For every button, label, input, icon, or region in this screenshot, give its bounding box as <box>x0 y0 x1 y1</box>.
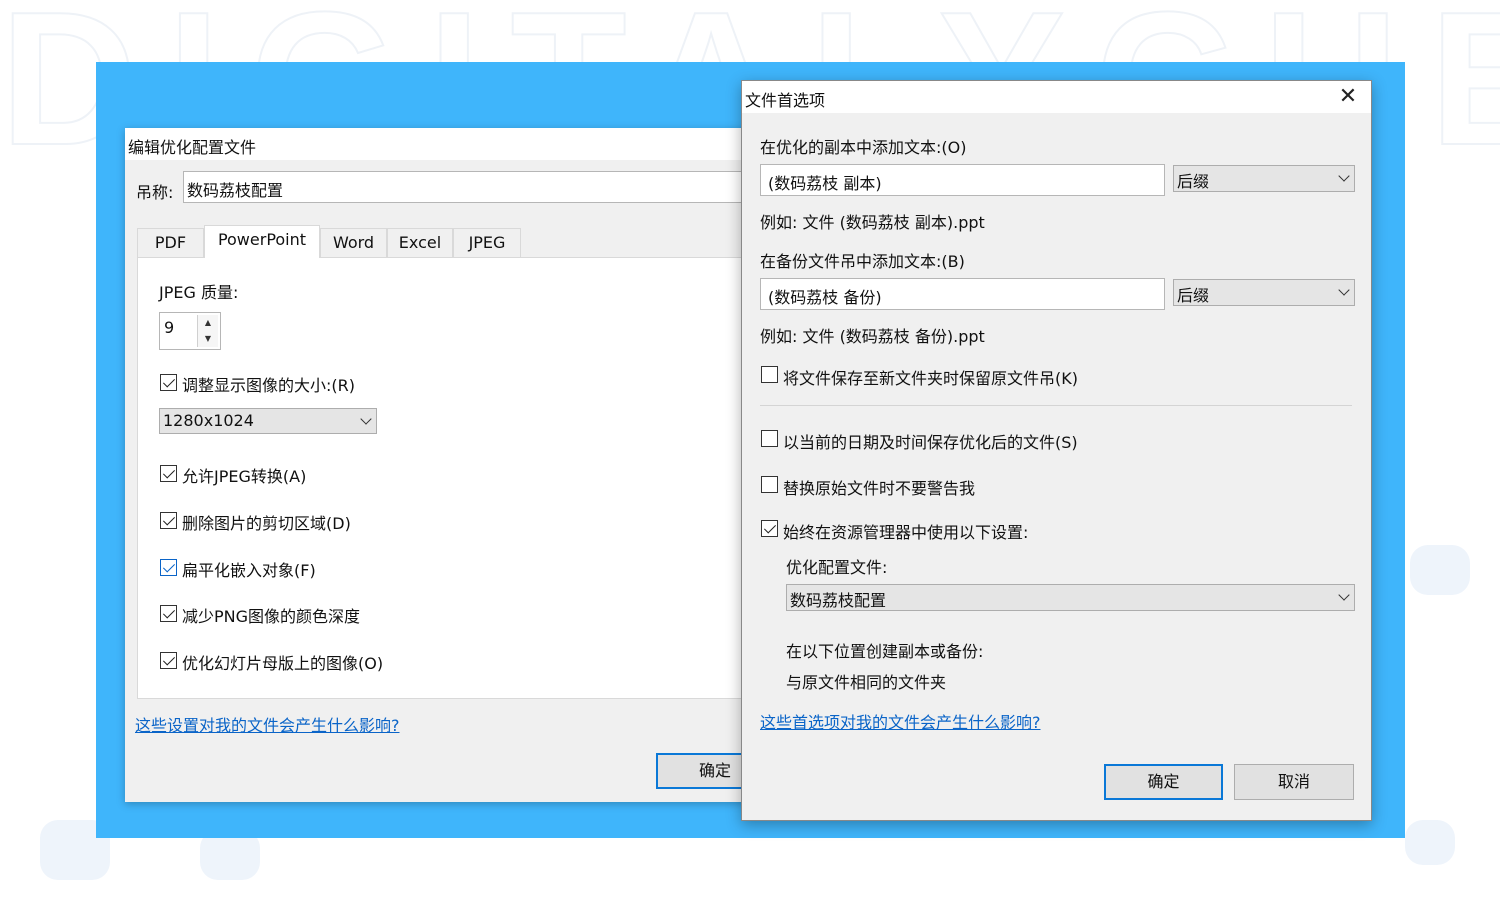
reduce-png-label[interactable]: 减少PNG图像的颜色深度 <box>182 603 360 627</box>
always-use-checkbox[interactable] <box>761 520 778 537</box>
backup-example-text: 例如: 文件 (数码荔枝 备份).ppt <box>760 327 985 346</box>
resize-checkbox-label[interactable]: 调整显示图像的大小:(R) <box>182 372 355 396</box>
location-value: 与原文件相同的文件夹 <box>786 673 947 692</box>
optimize-master-label[interactable]: 优化幻灯片母版上的图像(O) <box>182 650 383 674</box>
close-icon[interactable]: ✕ <box>1331 81 1365 113</box>
checkmark-icon <box>162 375 176 388</box>
no-warn-checkbox[interactable] <box>761 476 778 493</box>
dialog-titlebar: 文件首选项 ✕ <box>742 81 1371 113</box>
powerpoint-tab-panel: JPEG 质量: 9 ▲ ▼ 调整显示图像的大小:(R) 1280x1024 允… <box>137 257 757 699</box>
delete-crop-checkbox[interactable] <box>160 512 177 529</box>
delete-crop-label[interactable]: 删除图片的剪切区域(D) <box>182 510 351 534</box>
copy-position-select[interactable]: 后缀 <box>1173 165 1355 192</box>
tab-word[interactable]: Word <box>320 228 387 257</box>
profile-select[interactable]: 数码荔枝配置 <box>786 584 1355 611</box>
background-decoration <box>1410 545 1470 595</box>
checkmark-icon <box>162 513 176 526</box>
cancel-button[interactable]: 取消 <box>1234 764 1354 800</box>
keep-name-label[interactable]: 将文件保存至新文件夹时保留原文件吊(K) <box>783 365 1078 389</box>
chevron-down-icon <box>1338 589 1350 601</box>
chevron-down-icon <box>1338 170 1350 182</box>
edit-profile-dialog: 编辑优化配置文件 吊称: 数码荔枝配置 PDF PowerPoint Word … <box>125 128 783 802</box>
tab-excel[interactable]: Excel <box>387 228 453 257</box>
backup-text-label: 在备份文件吊中添加文本:(B) <box>760 252 965 271</box>
chevron-down-icon <box>360 413 372 425</box>
jpeg-quality-value[interactable]: 9 <box>164 318 174 337</box>
checkmark-icon <box>162 466 176 479</box>
save-date-label[interactable]: 以当前的日期及时间保存优化后的文件(S) <box>783 429 1078 453</box>
spinner-down-icon[interactable]: ▼ <box>198 331 218 347</box>
no-warn-label[interactable]: 替换原始文件时不要警告我 <box>783 475 975 499</box>
copy-text-label: 在优化的副本中添加文本:(O) <box>760 138 967 157</box>
ok-button[interactable]: 确定 <box>1104 764 1223 800</box>
dialog-title: 编辑优化配置文件 <box>128 138 257 157</box>
profile-name-input[interactable]: 数码荔枝配置 <box>183 171 783 203</box>
resize-select[interactable]: 1280x1024 <box>159 408 377 434</box>
tab-powerpoint[interactable]: PowerPoint <box>204 225 320 258</box>
resize-select-value: 1280x1024 <box>163 411 254 430</box>
preferences-help-link[interactable]: 这些首选项对我的文件会产生什么影响? <box>760 709 1041 733</box>
backup-position-value: 后缀 <box>1177 286 1210 305</box>
divider <box>760 405 1352 406</box>
spinner-up-icon[interactable]: ▲ <box>198 315 218 332</box>
checkmark-icon <box>162 560 176 573</box>
dialog-title: 文件首选项 <box>745 91 826 110</box>
optimize-master-checkbox[interactable] <box>160 652 177 669</box>
profile-label: 优化配置文件: <box>786 558 888 577</box>
allow-jpeg-label[interactable]: 允许JPEG转换(A) <box>182 463 306 487</box>
settings-help-link[interactable]: 这些设置对我的文件会产生什么影响? <box>135 712 400 736</box>
jpeg-quality-spinner[interactable]: 9 ▲ ▼ <box>159 312 221 350</box>
copy-text-input[interactable]: (数码荔枝 副本) <box>760 164 1165 196</box>
tab-pdf[interactable]: PDF <box>137 228 204 257</box>
name-label: 吊称: <box>136 183 174 202</box>
keep-name-checkbox[interactable] <box>761 366 778 383</box>
spinner-buttons: ▲ ▼ <box>197 315 218 347</box>
allow-jpeg-checkbox[interactable] <box>160 465 177 482</box>
jpeg-quality-label: JPEG 质量: <box>159 283 239 302</box>
dialog-titlebar: 编辑优化配置文件 <box>125 128 765 160</box>
tab-jpeg[interactable]: JPEG <box>453 228 521 257</box>
file-preferences-dialog: 文件首选项 ✕ 在优化的副本中添加文本:(O) (数码荔枝 副本) 后缀 例如:… <box>741 80 1372 821</box>
flatten-embedded-checkbox[interactable] <box>160 559 177 576</box>
profile-select-value: 数码荔枝配置 <box>790 591 887 610</box>
checkmark-icon <box>162 606 176 619</box>
checkmark-icon <box>763 521 777 534</box>
location-label: 在以下位置创建副本或备份: <box>786 642 984 661</box>
always-use-label[interactable]: 始终在资源管理器中使用以下设置: <box>783 519 1028 543</box>
copy-position-value: 后缀 <box>1177 172 1210 191</box>
background-decoration <box>1405 820 1455 865</box>
checkmark-icon <box>162 653 176 666</box>
save-date-checkbox[interactable] <box>761 430 778 447</box>
resize-checkbox[interactable] <box>160 374 177 391</box>
backup-position-select[interactable]: 后缀 <box>1173 279 1355 306</box>
backup-text-input[interactable]: (数码荔枝 备份) <box>760 278 1165 310</box>
chevron-down-icon <box>1338 284 1350 296</box>
flatten-embedded-label[interactable]: 扁平化嵌入对象(F) <box>182 557 316 581</box>
copy-example-text: 例如: 文件 (数码荔枝 副本).ppt <box>760 213 985 232</box>
reduce-png-checkbox[interactable] <box>160 605 177 622</box>
